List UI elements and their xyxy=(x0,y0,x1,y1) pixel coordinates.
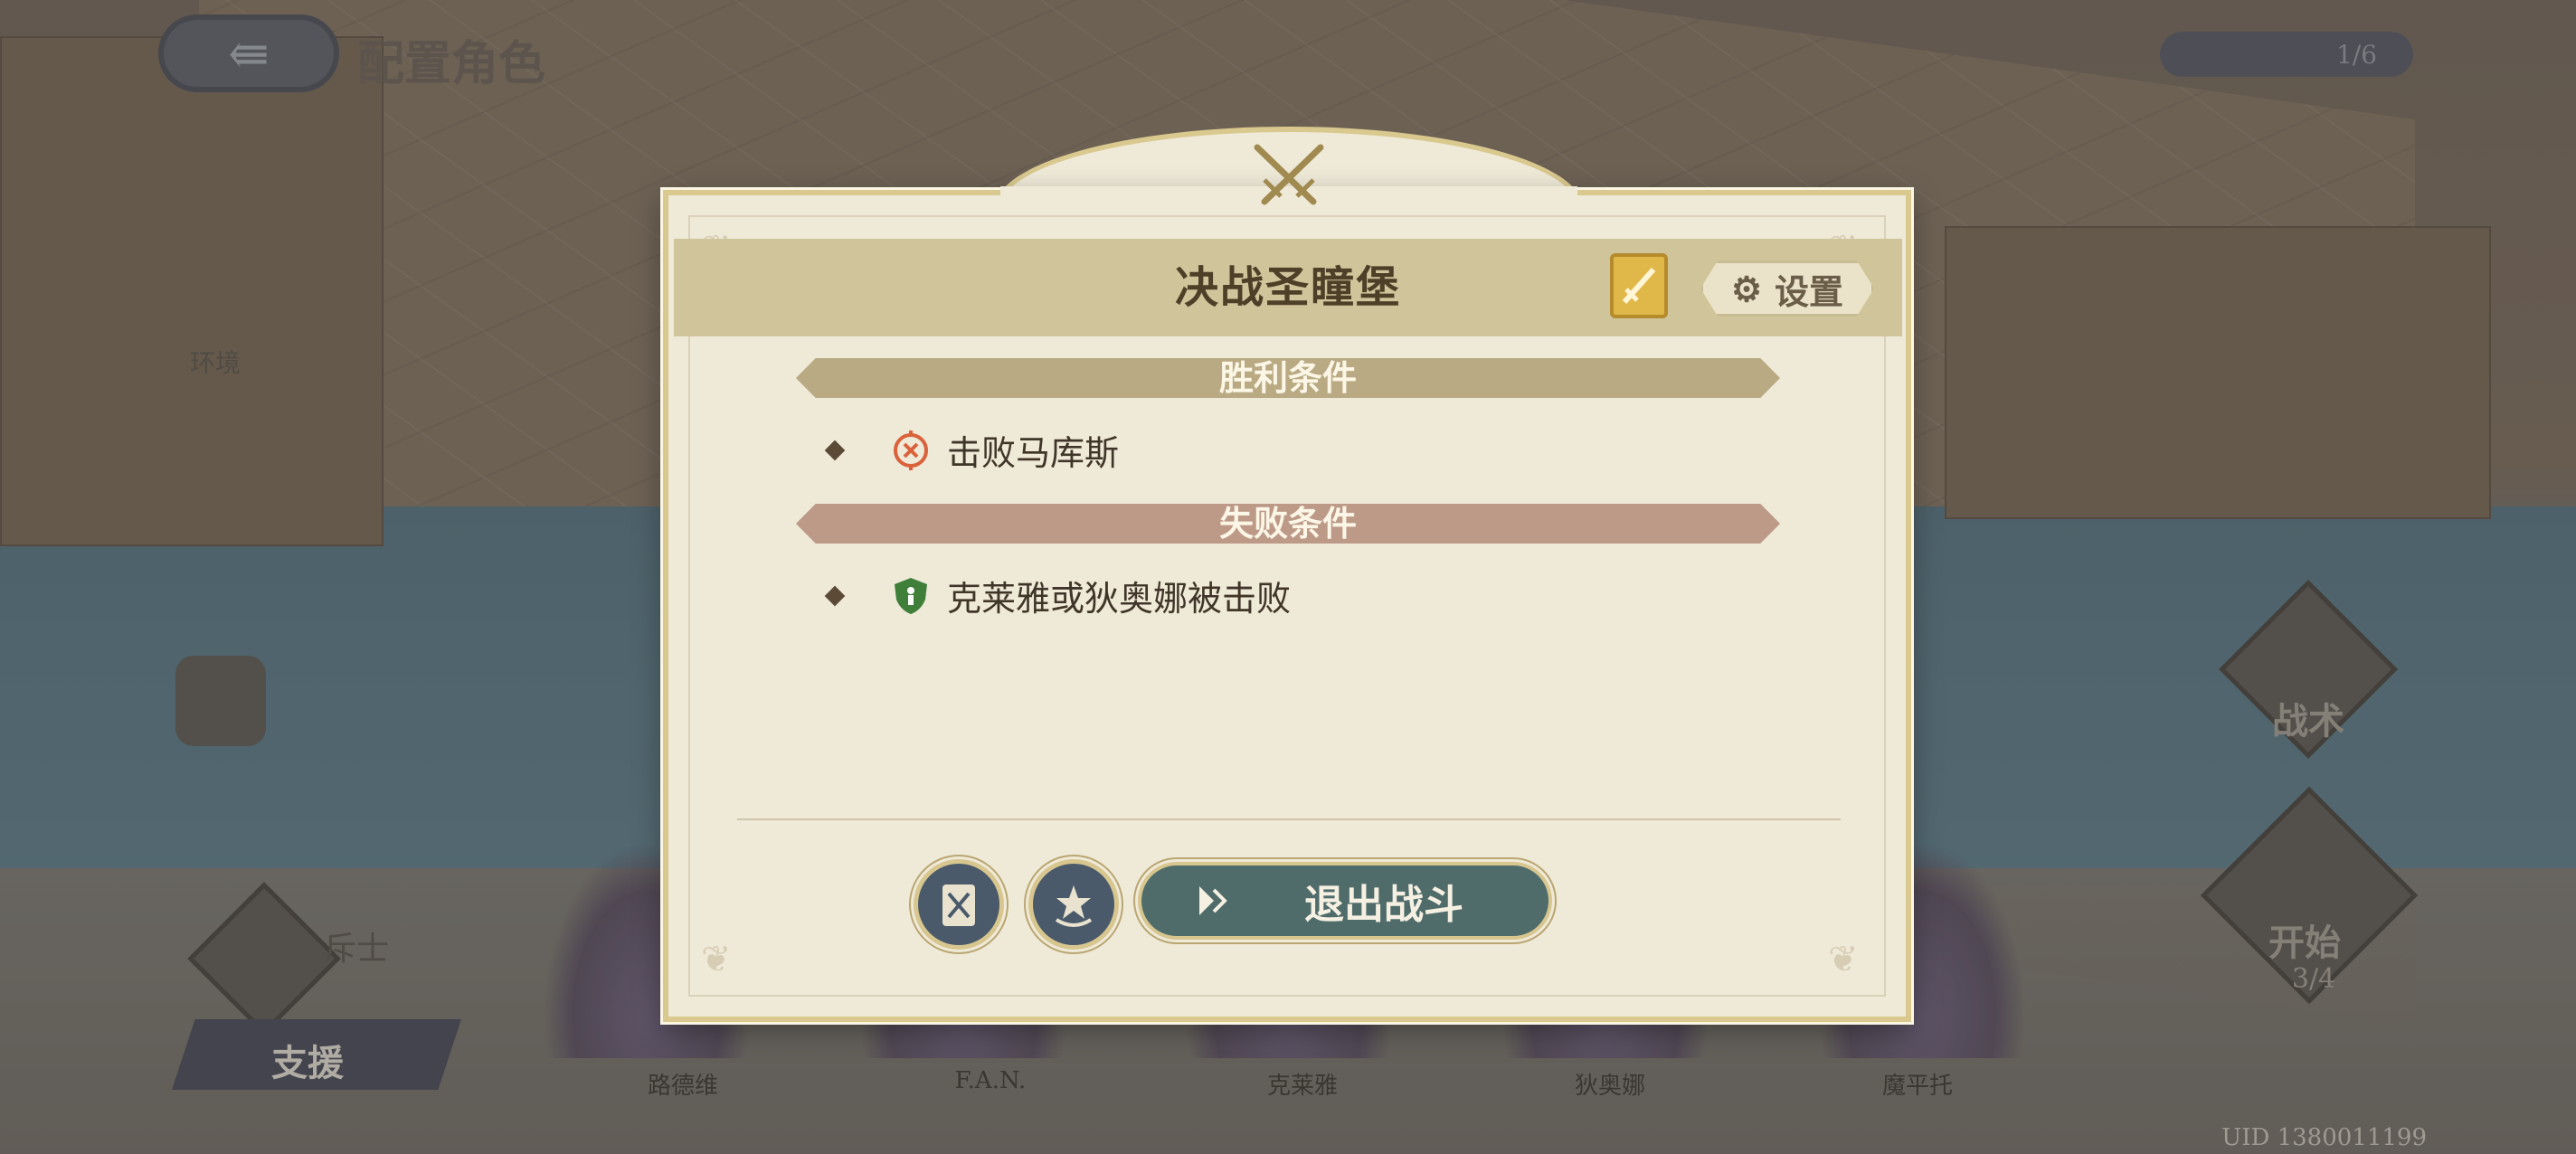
gear-icon: ⚙ xyxy=(1730,268,1763,309)
star-return-icon xyxy=(1055,885,1093,927)
crossed-swords-icon xyxy=(1254,144,1324,205)
victory-header: 胜利条件 xyxy=(796,358,1780,398)
exit-battle-label: 退出战斗 xyxy=(1304,882,1463,928)
abandon-objective-button[interactable] xyxy=(914,859,1004,950)
dialog-divider xyxy=(737,818,1841,820)
clipboard-swords-icon xyxy=(942,884,975,926)
exit-battle-button[interactable]: 退出战斗 xyxy=(1138,862,1552,940)
bullet-icon xyxy=(824,585,846,606)
bullet-icon xyxy=(824,440,846,460)
settings-label: 设置 xyxy=(1775,270,1844,312)
dialog-title: 决战圣瞳堡 xyxy=(1174,262,1401,313)
retreat-button[interactable] xyxy=(1028,859,1119,950)
double-chevron-icon xyxy=(1199,886,1227,915)
defeat-condition-text: 克莱雅或狄奥娜被击败 xyxy=(947,579,1292,619)
battle-manual-button[interactable] xyxy=(1610,253,1668,318)
defeat-condition: 克莱雅或狄奥娜被击败 xyxy=(824,571,1292,620)
victory-condition-text: 击败马库斯 xyxy=(947,433,1120,473)
shield-icon xyxy=(895,577,927,614)
defeat-header: 失败条件 xyxy=(796,504,1780,544)
settings-button[interactable]: ⚙ 设置 xyxy=(1700,260,1874,317)
sword-book-icon xyxy=(1622,268,1656,304)
target-icon xyxy=(894,430,928,470)
ornament-icon: ❦ xyxy=(701,939,732,980)
victory-condition: 击败马库斯 xyxy=(824,425,1120,475)
ornament-icon: ❦ xyxy=(1828,939,1859,980)
